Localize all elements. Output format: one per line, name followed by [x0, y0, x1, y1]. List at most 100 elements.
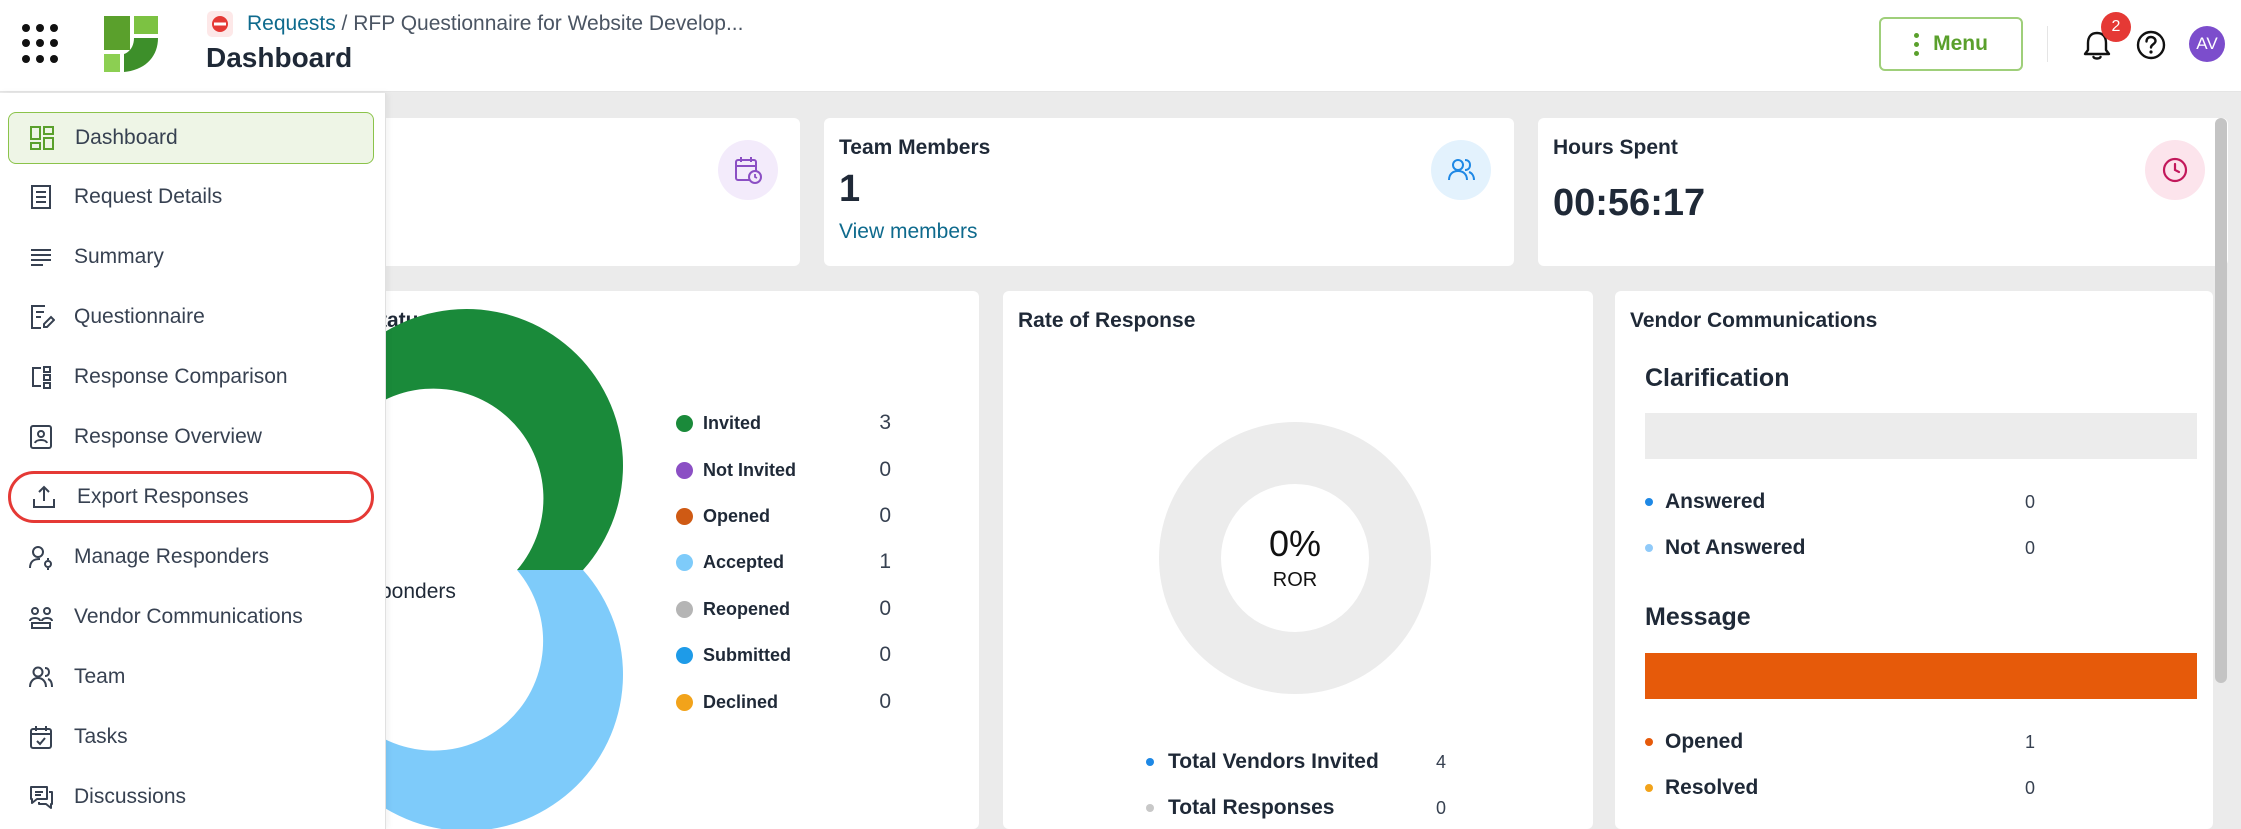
vc-dot [1645, 784, 1653, 792]
legend-label: Submitted [703, 644, 791, 665]
legend-item-not-invited[interactable]: Not Invited 0 [676, 458, 891, 482]
ror-row-value: 4 [1435, 751, 1446, 772]
sidebar-item-response-overview[interactable]: Response Overview [8, 411, 374, 463]
hours-spent-label: Hours Spent [1553, 136, 1678, 159]
sidebar-item-manage-responders[interactable]: Manage Responders [8, 531, 374, 583]
sidebar-item-label: Summary [74, 245, 164, 268]
legend-value: 0 [879, 504, 891, 527]
sidebar-item-label: Discussions [74, 785, 187, 808]
vc-dot [1645, 544, 1653, 552]
manage-user-icon [26, 542, 56, 572]
legend-dot [676, 693, 693, 711]
user-avatar[interactable]: AV [2189, 26, 2225, 62]
sidebar-item-summary[interactable]: Summary [8, 231, 374, 283]
vc-row-label: Answered [1665, 490, 1766, 513]
menu-button[interactable]: Menu [1879, 17, 2023, 71]
sidebar-item-discussions[interactable]: Discussions [8, 771, 374, 823]
ror-row-total-vendors-invited: Total Vendors Invited 4 [1146, 750, 1446, 774]
vc-row-label: Resolved [1665, 776, 1759, 799]
vc-row-value: 0 [2024, 537, 2035, 558]
ror-label: ROR [1272, 569, 1318, 591]
legend-item-reopened[interactable]: Reopened 0 [676, 597, 891, 621]
ror-row-total-responses: Total Responses 0 [1146, 796, 1446, 820]
sidebar-item-dashboard[interactable]: Dashboard [8, 112, 374, 164]
team-members-value: 1 [839, 168, 861, 210]
sidebar-item-request-details[interactable]: Request Details [8, 171, 374, 223]
legend-dot [676, 461, 693, 479]
top-header: Requests / RFP Questionnaire for Website… [0, 0, 2241, 92]
legend-label: Reopened [703, 598, 791, 619]
sidebar-item-questionnaire[interactable]: Questionnaire [8, 291, 374, 343]
sidebar-item-label: Manage Responders [74, 545, 269, 568]
users-icon [1431, 140, 1491, 200]
ror-row-value: 0 [1435, 797, 1446, 818]
message-title: Message [1645, 603, 1751, 631]
sidebar-item-team[interactable]: Team [8, 651, 374, 703]
calendar-clock-icon [718, 140, 778, 200]
sidebar-item-response-comparison[interactable]: Response Comparison [8, 351, 374, 403]
main-scrollbar[interactable] [2215, 118, 2227, 683]
vc-row-answered: Answered 0 [1645, 490, 2035, 514]
sidebar-item-label: Tasks [74, 725, 128, 748]
vc-row-value: 0 [2024, 491, 2035, 512]
view-members-link[interactable]: View members [839, 220, 978, 244]
page-title: Dashboard [206, 42, 353, 73]
ror-dot [1146, 804, 1154, 812]
compare-icon [26, 362, 56, 392]
legend-dot [676, 646, 693, 664]
vc-row-not-answered: Not Answered 0 [1645, 536, 2035, 560]
ror-percent: 0% [1268, 523, 1322, 564]
legend-label: Not Invited [703, 459, 796, 480]
legend-item-submitted[interactable]: Submitted 0 [676, 643, 891, 667]
brand-logo [104, 16, 158, 72]
breadcrumb-requests-link[interactable]: Requests [247, 12, 336, 35]
vc-dot [1645, 498, 1653, 506]
help-icon[interactable] [2134, 28, 2168, 62]
team-icon [26, 662, 56, 692]
vc-row-label: Opened [1665, 730, 1744, 753]
legend-item-opened[interactable]: Opened 0 [676, 504, 891, 528]
message-bar [1645, 653, 2197, 699]
sidebar-item-tasks[interactable]: Tasks [8, 711, 374, 763]
edit-document-icon [26, 302, 56, 332]
kebab-icon [1914, 32, 1920, 56]
vendor-group-icon [26, 602, 56, 632]
legend-value: 0 [879, 643, 891, 666]
clock-icon [2145, 140, 2205, 200]
vc-row-opened: Opened 1 [1645, 730, 2035, 754]
legend-value: 0 [879, 597, 891, 620]
legend-label: Opened [703, 505, 771, 526]
sidebar-item-label: Questionnaire [74, 305, 205, 328]
header-divider [2047, 26, 2048, 62]
request-type-icon [207, 11, 233, 37]
sidebar-nav: Dashboard Request Details Summary Questionn… [0, 93, 386, 829]
ror-row-label: Total Vendors Invited [1168, 750, 1379, 773]
ror-dot [1146, 758, 1154, 766]
lines-icon [26, 242, 56, 272]
document-list-icon [26, 182, 56, 212]
sidebar-item-label: Team [74, 665, 126, 688]
team-members-label: Team Members [839, 136, 991, 159]
clarification-bar [1645, 413, 2197, 459]
apps-grid-icon[interactable] [22, 24, 62, 64]
legend-item-declined[interactable]: Declined 0 [676, 690, 891, 714]
calendar-check-icon [26, 722, 56, 752]
export-icon [29, 482, 59, 512]
sidebar-item-export-responses[interactable]: Export Responses [8, 471, 374, 523]
vc-row-value: 1 [2024, 731, 2035, 752]
donut-center-label: ponders [380, 580, 456, 603]
vc-row-value: 0 [2024, 777, 2035, 798]
vc-row-resolved: Resolved 0 [1645, 776, 2035, 800]
donut-segment-invited[interactable] [380, 309, 623, 570]
legend-dot [676, 507, 693, 525]
legend-item-invited[interactable]: Invited 3 [676, 411, 891, 435]
legend-label: Declined [703, 691, 779, 712]
legend-item-accepted[interactable]: Accepted 1 [676, 550, 891, 574]
legend-value: 0 [879, 458, 891, 481]
notification-badge: 2 [2101, 12, 2131, 42]
sidebar-item-vendor-communications[interactable]: Vendor Communications [8, 591, 374, 643]
donut-segment-accepted[interactable] [380, 570, 623, 829]
sidebar-item-label: Vendor Communications [74, 605, 303, 628]
sidebar-item-label: Dashboard [75, 126, 178, 149]
vc-dot [1645, 738, 1653, 746]
